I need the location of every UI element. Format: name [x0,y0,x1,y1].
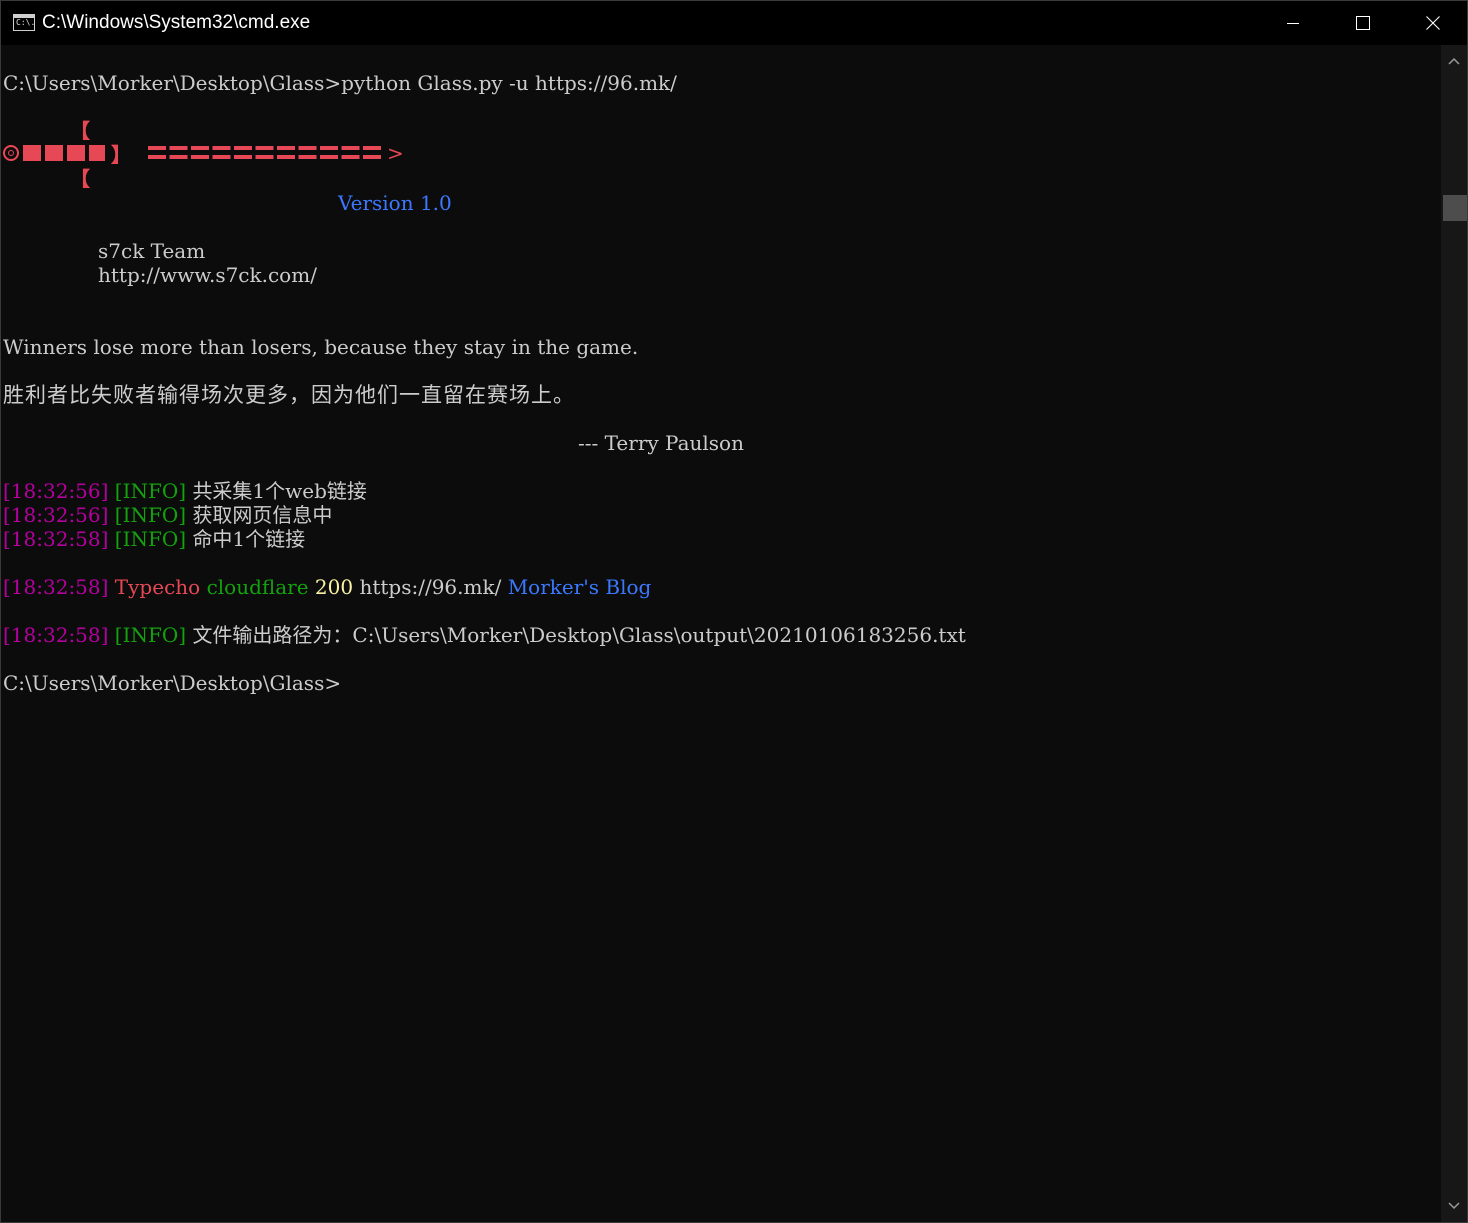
banner-blade [148,142,384,164]
result-waf: cloudflare [206,575,309,599]
log-message: 获取网页信息中 [192,503,333,527]
banner-top-bracket: 【 [70,119,90,143]
chevron-up-icon [1448,57,1460,65]
banner-tip: > [387,141,404,165]
version-text: Version 1.0 [338,191,452,215]
chevron-down-icon [1448,1202,1460,1210]
log-time: [18:32:56] [3,479,109,503]
banner-grip-block [89,145,105,161]
result-time: [18:32:58] [3,575,109,599]
maximize-icon [1356,16,1370,30]
banner-grip-block [67,145,85,161]
log-line: [18:32:58] [INFO] 命中1个链接 [3,527,305,551]
banner-pommel-icon [3,145,19,161]
result-url: https://96.mk/ [359,575,502,599]
result-title: Morker's Blog [507,575,652,599]
command-line: C:\Users\Morker\Desktop\Glass>python Gla… [3,71,677,95]
output-log-line: [18:32:58] [INFO] 文件输出路径为：C:\Users\Morke… [3,623,966,647]
banner-grip-block [23,145,41,161]
banner-sword: 】 [3,141,131,167]
vertical-scrollbar[interactable] [1441,45,1467,1222]
output-log-level: [INFO] [114,623,187,647]
quote-author: --- Terry Paulson [578,431,744,455]
output-log-message: 文件输出路径为：C:\Users\Morker\Desktop\Glass\ou… [192,623,966,647]
close-button[interactable] [1398,1,1467,45]
banner-close-bracket: 】 [111,142,131,167]
scroll-up-button[interactable] [1441,49,1467,75]
banner-grip-block [45,145,63,161]
result-status: 200 [314,575,354,599]
scrollbar-thumb[interactable] [1443,195,1467,221]
maximize-button[interactable] [1328,1,1398,45]
scroll-down-button[interactable] [1441,1192,1467,1218]
quote-chinese: 胜利者比失败者输得场次更多，因为他们一直留在赛场上。 [3,383,575,407]
title-bar[interactable]: C:\. C:\Windows\System32\cmd.exe [1,1,1467,45]
quote-english: Winners lose more than losers, because t… [3,335,639,359]
console-output[interactable]: C:\Users\Morker\Desktop\Glass>python Gla… [1,45,1441,1222]
result-cms: Typecho [114,575,201,599]
command-text: python Glass.py -u https://96.mk/ [341,71,677,95]
team-name: s7ck Team [98,239,206,263]
final-prompt[interactable]: C:\Users\Morker\Desktop\Glass> [3,671,341,695]
log-time: [18:32:58] [3,527,109,551]
result-line: [18:32:58] Typecho cloudflare 200 https:… [3,575,651,599]
log-line: [18:32:56] [INFO] 共采集1个web链接 [3,479,367,503]
log-time: [18:32:56] [3,503,109,527]
output-log-time: [18:32:58] [3,623,109,647]
log-level: [INFO] [114,479,187,503]
team-url: http://www.s7ck.com/ [98,263,317,287]
minimize-button[interactable] [1258,1,1328,45]
window-title: C:\Windows\System32\cmd.exe [42,12,311,33]
minimize-icon [1287,23,1299,24]
prompt-text: C:\Users\Morker\Desktop\Glass> [3,71,342,95]
log-message: 共采集1个web链接 [192,479,367,503]
cmd-app-icon[interactable]: C:\. [13,14,35,31]
cmd-window: C:\. C:\Windows\System32\cmd.exe C:\User… [0,0,1468,1223]
log-level: [INFO] [114,527,187,551]
cmd-app-icon-text: C:\. [16,18,36,27]
log-message: 命中1个链接 [192,527,306,551]
log-line: [18:32:56] [INFO] 获取网页信息中 [3,503,332,527]
banner-bottom-bracket: 【 [70,167,90,191]
close-icon [1426,16,1440,30]
log-level: [INFO] [114,503,187,527]
